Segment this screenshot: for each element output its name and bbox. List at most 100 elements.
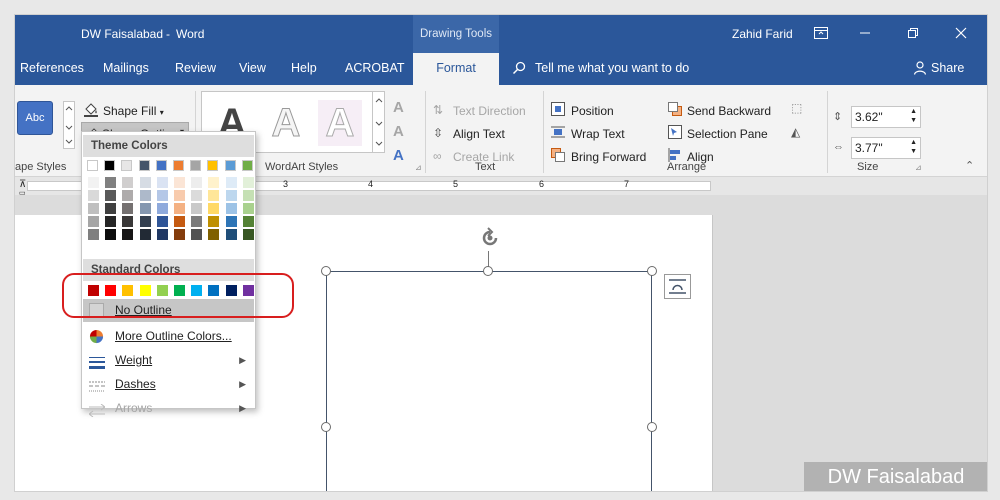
rotate-handle-icon[interactable] xyxy=(477,225,503,254)
theme-shade-swatch[interactable] xyxy=(88,229,99,240)
theme-shade-swatch[interactable] xyxy=(139,203,151,214)
dialog-launcher-icon[interactable]: ⊿ xyxy=(915,163,922,172)
send-backward-button[interactable]: Send Backward xyxy=(687,104,771,118)
theme-shade-swatch[interactable] xyxy=(156,229,168,240)
theme-color-swatch[interactable] xyxy=(155,160,167,171)
theme-color-swatch[interactable] xyxy=(138,160,150,171)
theme-color-swatch[interactable] xyxy=(224,160,236,171)
weight-item[interactable]: Weight ▶ xyxy=(83,349,254,372)
theme-shade-swatch[interactable] xyxy=(139,229,151,240)
resize-handle[interactable] xyxy=(647,422,657,432)
theme-shade-swatch[interactable] xyxy=(122,177,134,188)
share-button[interactable]: Share xyxy=(931,61,964,75)
theme-color-swatch[interactable] xyxy=(87,160,98,171)
theme-shade-swatch[interactable] xyxy=(156,190,168,201)
text-direction-button[interactable]: Text Direction xyxy=(453,104,526,118)
theme-shade-swatch[interactable] xyxy=(191,216,203,227)
arrows-item[interactable]: Arrows ▶ xyxy=(83,397,254,420)
theme-shade-swatch[interactable] xyxy=(139,177,151,188)
theme-color-swatch[interactable] xyxy=(121,160,133,171)
text-effects-icon[interactable]: A xyxy=(393,147,404,164)
wordart-gallery-scroll[interactable] xyxy=(372,92,385,152)
theme-shade-swatch[interactable] xyxy=(156,177,168,188)
theme-shade-swatch[interactable] xyxy=(208,216,220,227)
theme-shade-swatch[interactable] xyxy=(225,216,237,227)
dashes-item[interactable]: Dashes ▶ xyxy=(83,373,254,396)
theme-shade-swatch[interactable] xyxy=(225,229,237,240)
resize-handle[interactable] xyxy=(647,266,657,276)
theme-shade-swatch[interactable] xyxy=(208,190,220,201)
shape-height-field[interactable]: 3.62" ▲ ▼ xyxy=(851,106,921,128)
collapse-ribbon-icon[interactable]: ⌃ xyxy=(965,159,974,172)
theme-shade-swatch[interactable] xyxy=(242,177,254,188)
theme-shade-swatch[interactable] xyxy=(88,177,99,188)
theme-shade-swatch[interactable] xyxy=(88,203,99,214)
group-objects-icon[interactable]: ⬚ xyxy=(791,101,802,115)
theme-shade-swatch[interactable] xyxy=(191,190,203,201)
spin-arrows-icon[interactable]: ▲ ▼ xyxy=(910,107,917,125)
wordart-outline-icon[interactable]: A xyxy=(318,100,362,146)
theme-shade-swatch[interactable] xyxy=(105,203,117,214)
bring-forward-button[interactable]: Bring Forward xyxy=(571,150,646,164)
position-button[interactable]: Position xyxy=(571,104,614,118)
resize-handle[interactable] xyxy=(483,266,493,276)
tell-me-search[interactable]: Tell me what you want to do xyxy=(535,61,689,75)
tab-review[interactable]: Review xyxy=(175,61,216,75)
theme-color-swatch[interactable] xyxy=(104,160,116,171)
selection-pane-button[interactable]: Selection Pane xyxy=(687,127,768,141)
close-icon[interactable] xyxy=(941,21,981,47)
spin-arrows-icon[interactable]: ▲ ▼ xyxy=(910,138,917,156)
resize-handle[interactable] xyxy=(321,266,331,276)
theme-shade-swatch[interactable] xyxy=(105,216,117,227)
tab-mailings[interactable]: Mailings xyxy=(103,61,149,75)
theme-shade-swatch[interactable] xyxy=(191,177,203,188)
selected-rectangle-shape[interactable] xyxy=(326,271,652,491)
theme-shade-swatch[interactable] xyxy=(208,177,220,188)
theme-shade-swatch[interactable] xyxy=(174,177,185,188)
theme-shade-swatch[interactable] xyxy=(242,190,254,201)
theme-shade-swatch[interactable] xyxy=(122,190,134,201)
rotate-objects-icon[interactable]: ◭ xyxy=(791,125,800,139)
theme-shade-swatch[interactable] xyxy=(225,177,237,188)
ribbon-display-options-icon[interactable] xyxy=(801,21,841,47)
align-text-button[interactable]: Align Text xyxy=(453,127,505,141)
shape-styles-scroll[interactable] xyxy=(63,101,75,149)
layout-options-button[interactable] xyxy=(664,274,691,299)
tab-format[interactable]: Format xyxy=(413,53,499,85)
theme-shade-swatch[interactable] xyxy=(174,229,185,240)
theme-shade-swatch[interactable] xyxy=(242,229,254,240)
theme-shade-swatch[interactable] xyxy=(242,216,254,227)
theme-shade-swatch[interactable] xyxy=(139,216,151,227)
theme-shade-swatch[interactable] xyxy=(88,216,99,227)
theme-color-swatch[interactable] xyxy=(207,160,219,171)
user-name[interactable]: Zahid Farid xyxy=(732,27,793,41)
theme-shade-swatch[interactable] xyxy=(208,229,220,240)
shape-fill-button[interactable]: Shape Fill ▾ xyxy=(103,104,164,118)
theme-shade-swatch[interactable] xyxy=(191,229,203,240)
dialog-launcher-icon[interactable]: ⊿ xyxy=(415,163,422,172)
theme-shade-swatch[interactable] xyxy=(174,216,185,227)
theme-shade-swatch[interactable] xyxy=(156,203,168,214)
theme-shade-swatch[interactable] xyxy=(122,216,134,227)
theme-shade-swatch[interactable] xyxy=(156,216,168,227)
theme-shade-swatch[interactable] xyxy=(105,177,117,188)
restore-icon[interactable] xyxy=(893,21,933,47)
theme-shade-swatch[interactable] xyxy=(105,190,117,201)
theme-shade-swatch[interactable] xyxy=(88,190,99,201)
theme-color-swatch[interactable] xyxy=(190,160,202,171)
theme-shade-swatch[interactable] xyxy=(191,203,203,214)
shape-width-field[interactable]: 3.77" ▲ ▼ xyxy=(851,137,921,159)
tab-acrobat[interactable]: ACROBAT xyxy=(345,61,405,75)
shape-style-preset[interactable]: Abc xyxy=(17,101,53,135)
theme-shade-swatch[interactable] xyxy=(225,190,237,201)
resize-handle[interactable] xyxy=(321,422,331,432)
theme-shade-swatch[interactable] xyxy=(122,229,134,240)
text-outline-icon[interactable]: A xyxy=(393,123,404,140)
text-fill-icon[interactable]: A xyxy=(393,99,404,116)
tab-references[interactable]: References xyxy=(20,61,84,75)
theme-shade-swatch[interactable] xyxy=(225,203,237,214)
theme-color-swatch[interactable] xyxy=(173,160,184,171)
theme-shade-swatch[interactable] xyxy=(242,203,254,214)
theme-shade-swatch[interactable] xyxy=(139,190,151,201)
minimize-icon[interactable] xyxy=(845,21,885,47)
